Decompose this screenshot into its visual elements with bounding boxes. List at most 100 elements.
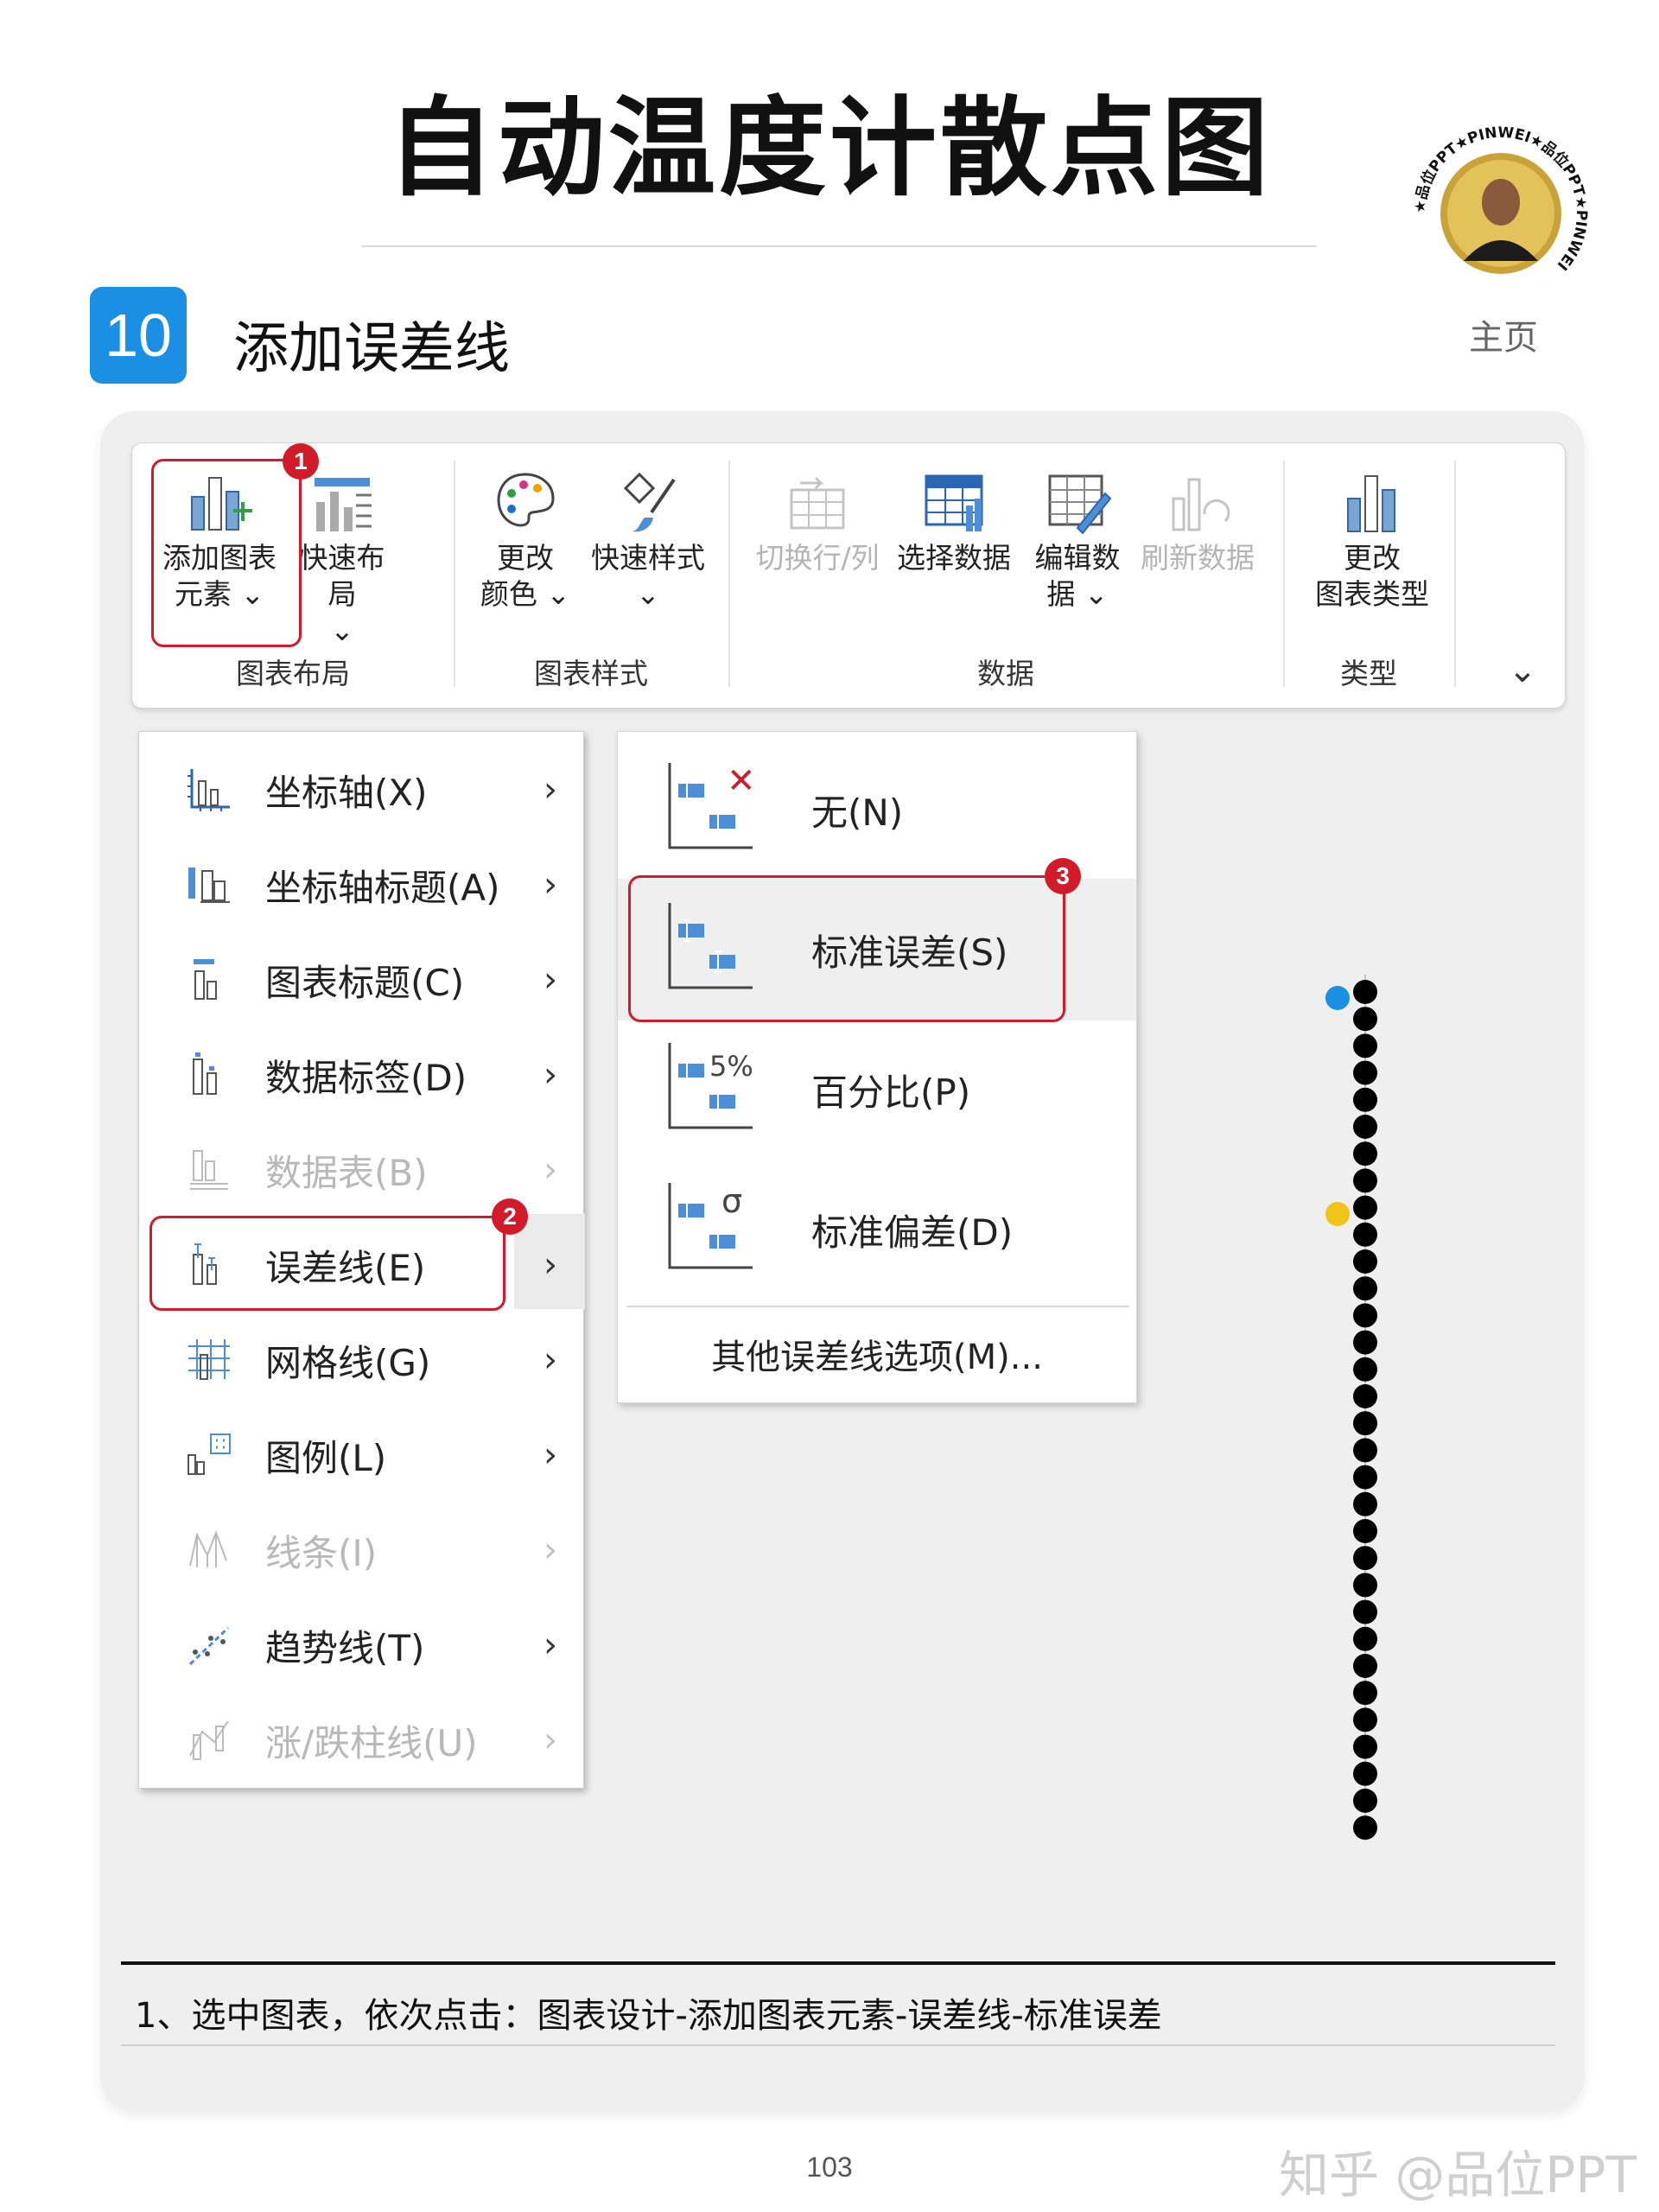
chart-type-icon — [1347, 475, 1395, 532]
scatter-point[interactable] — [1353, 1815, 1377, 1840]
chevron-down-icon: ⌄ — [330, 613, 354, 647]
menu-item-label: 图表标题(C) — [265, 961, 465, 1004]
change-colors-button[interactable]: 更改 颜色 ⌄ — [469, 467, 582, 613]
scatter-point[interactable] — [1353, 1465, 1377, 1490]
gridlines-icon — [188, 1339, 230, 1380]
scatter-point[interactable] — [1353, 1573, 1377, 1598]
chevron-down-icon: ⌄ — [636, 577, 660, 611]
change-chart-type-label: 更改 — [1344, 541, 1401, 575]
menu-item-data-labels[interactable]: 数据标签(D) › — [139, 1027, 583, 1122]
change-chart-type-button[interactable]: 更改 图表类型 — [1299, 467, 1446, 613]
group-label-chart-styles: 图表样式 — [534, 657, 648, 690]
scatter-point[interactable] — [1353, 1330, 1377, 1355]
error-bars-none-icon: ✕ — [668, 761, 756, 849]
scatter-point[interactable] — [1353, 1141, 1377, 1166]
group-label-type: 类型 — [1340, 657, 1397, 690]
error-bars-std-deviation-icon: σ — [668, 1182, 753, 1269]
quick-layout-label: 快速布局 — [299, 541, 385, 611]
step-title: 添加误差线 — [233, 317, 510, 381]
edit-data-button[interactable]: 编辑数 据 ⌄ — [1026, 467, 1129, 613]
change-chart-type-label2: 图表类型 — [1315, 577, 1429, 611]
chevron-right-icon: › — [543, 1625, 557, 1665]
caption-text: 1、选中图表，依次点击：图表设计-添加图表元素-误差线-标准误差 — [135, 1996, 1162, 2036]
quick-styles-button[interactable]: 快速样式 ⌄ — [583, 467, 713, 613]
scatter-point[interactable] — [1353, 1761, 1377, 1786]
home-label[interactable]: 主页 — [1417, 309, 1590, 359]
submenu-item-percentage[interactable]: 5% 百分比(P) — [618, 1020, 1136, 1159]
menu-item-axis-titles[interactable]: 坐标轴标题(A) › — [139, 837, 583, 932]
scatter-point[interactable] — [1353, 1707, 1377, 1732]
collapse-ribbon-button[interactable]: ⌄ — [1501, 651, 1544, 690]
scatter-point[interactable] — [1353, 1357, 1377, 1382]
chevron-right-icon: › — [543, 960, 557, 1000]
select-data-button[interactable]: 选择数据 — [889, 467, 1019, 576]
data-labels-icon — [193, 1052, 217, 1095]
scatter-point[interactable] — [1325, 1202, 1350, 1226]
scatter-point[interactable] — [1353, 1599, 1377, 1624]
watermark: 知乎 @品位PPT — [1279, 2145, 1637, 2204]
add-chart-element-menu: 坐标轴(X) › 坐标轴标题(A) › 图表标题(C) › 数据标签(D) › … — [138, 731, 585, 1789]
menu-item-legend[interactable]: 图例(L) › — [139, 1408, 583, 1503]
error-bars-submenu: ✕ 无(N) 标准误差(S) 5% 百分比(P) σ 标准偏差(D) 其他误差线… — [617, 731, 1137, 1403]
chevron-down-icon: ⌄ — [1084, 577, 1109, 611]
more-error-bar-options[interactable]: 其他误差线选项(M)... — [618, 1311, 1136, 1397]
step-badge-2: 2 — [492, 1198, 528, 1235]
chart-title-icon — [194, 959, 217, 1000]
chevron-right-icon: › — [543, 865, 557, 905]
switch-row-column-button[interactable]: 切换行/列 — [753, 467, 882, 576]
caption-rule-top — [121, 1961, 1555, 1965]
highlight-standard-error — [628, 875, 1065, 1022]
menu-item-up-down-bars[interactable]: 涨/跌柱线(U) › — [139, 1693, 583, 1788]
scatter-point[interactable] — [1353, 1546, 1377, 1571]
scatter-point[interactable] — [1353, 1249, 1377, 1274]
menu-item-axes[interactable]: 坐标轴(X) › — [139, 742, 583, 837]
menu-item-gridlines[interactable]: 网格线(G) › — [139, 1313, 583, 1408]
scatter-point[interactable] — [1353, 1303, 1377, 1328]
error-bars-percentage-icon: 5% — [668, 1043, 753, 1129]
group-label-chart-layout: 图表布局 — [236, 657, 350, 690]
scatter-point[interactable] — [1353, 1195, 1377, 1220]
menu-item-trendline[interactable]: 趋势线(T) › — [139, 1598, 583, 1693]
scatter-point[interactable] — [1353, 1519, 1377, 1543]
submenu-item-label: 标准偏差(D) — [811, 1211, 1014, 1254]
scatter-point[interactable] — [1353, 1411, 1377, 1436]
chevron-right-icon: › — [543, 1055, 557, 1095]
scatter-point[interactable] — [1353, 1060, 1377, 1085]
highlight-add-chart-element — [151, 459, 302, 647]
change-colors-label: 更改 — [497, 541, 554, 575]
refresh-data-button[interactable]: 刷新数据 — [1133, 467, 1262, 576]
scatter-chart[interactable] — [1313, 968, 1400, 1849]
scatter-point[interactable] — [1353, 1033, 1377, 1058]
scatter-point[interactable] — [1353, 1654, 1377, 1678]
select-data-icon — [925, 474, 983, 531]
scatter-point[interactable] — [1353, 1276, 1377, 1301]
scatter-point[interactable] — [1325, 986, 1350, 1010]
scatter-point[interactable] — [1353, 1438, 1377, 1463]
quick-layout-button[interactable]: 快速布局 ⌄ — [286, 467, 398, 649]
avatar[interactable]: ★品位PPT★PINWEI★品位PPT★PINWEI — [1410, 123, 1592, 304]
scatter-point[interactable] — [1353, 1681, 1377, 1706]
refresh-data-icon — [1172, 478, 1230, 531]
scatter-point[interactable] — [1353, 980, 1377, 1004]
menu-item-label: 趋势线(T) — [265, 1626, 425, 1669]
scatter-point[interactable] — [1353, 1734, 1377, 1759]
scatter-point[interactable] — [1353, 1384, 1377, 1408]
menu-item-chart-title[interactable]: 图表标题(C) › — [139, 932, 583, 1027]
scatter-point[interactable] — [1353, 1168, 1377, 1193]
edit-data-label2: 据 — [1046, 577, 1076, 611]
scatter-point[interactable] — [1353, 1007, 1377, 1032]
submenu-divider — [626, 1306, 1129, 1307]
scatter-point[interactable] — [1353, 1087, 1377, 1112]
menu-item-lines[interactable]: 线条(I) › — [139, 1503, 583, 1598]
scatter-point[interactable] — [1353, 1626, 1377, 1651]
scatter-point[interactable] — [1353, 1491, 1377, 1516]
step-number-badge: 10 — [90, 287, 187, 384]
menu-item-label: 坐标轴(X) — [265, 771, 428, 814]
menu-item-label: 数据表(B) — [265, 1151, 428, 1194]
submenu-tag: σ — [721, 1182, 742, 1220]
scatter-point[interactable] — [1353, 1789, 1377, 1813]
scatter-point[interactable] — [1353, 1115, 1377, 1139]
submenu-item-standard-deviation[interactable]: σ 标准偏差(D) — [618, 1160, 1136, 1299]
edit-data-label: 编辑数 — [1034, 541, 1121, 575]
scatter-point[interactable] — [1353, 1222, 1377, 1247]
